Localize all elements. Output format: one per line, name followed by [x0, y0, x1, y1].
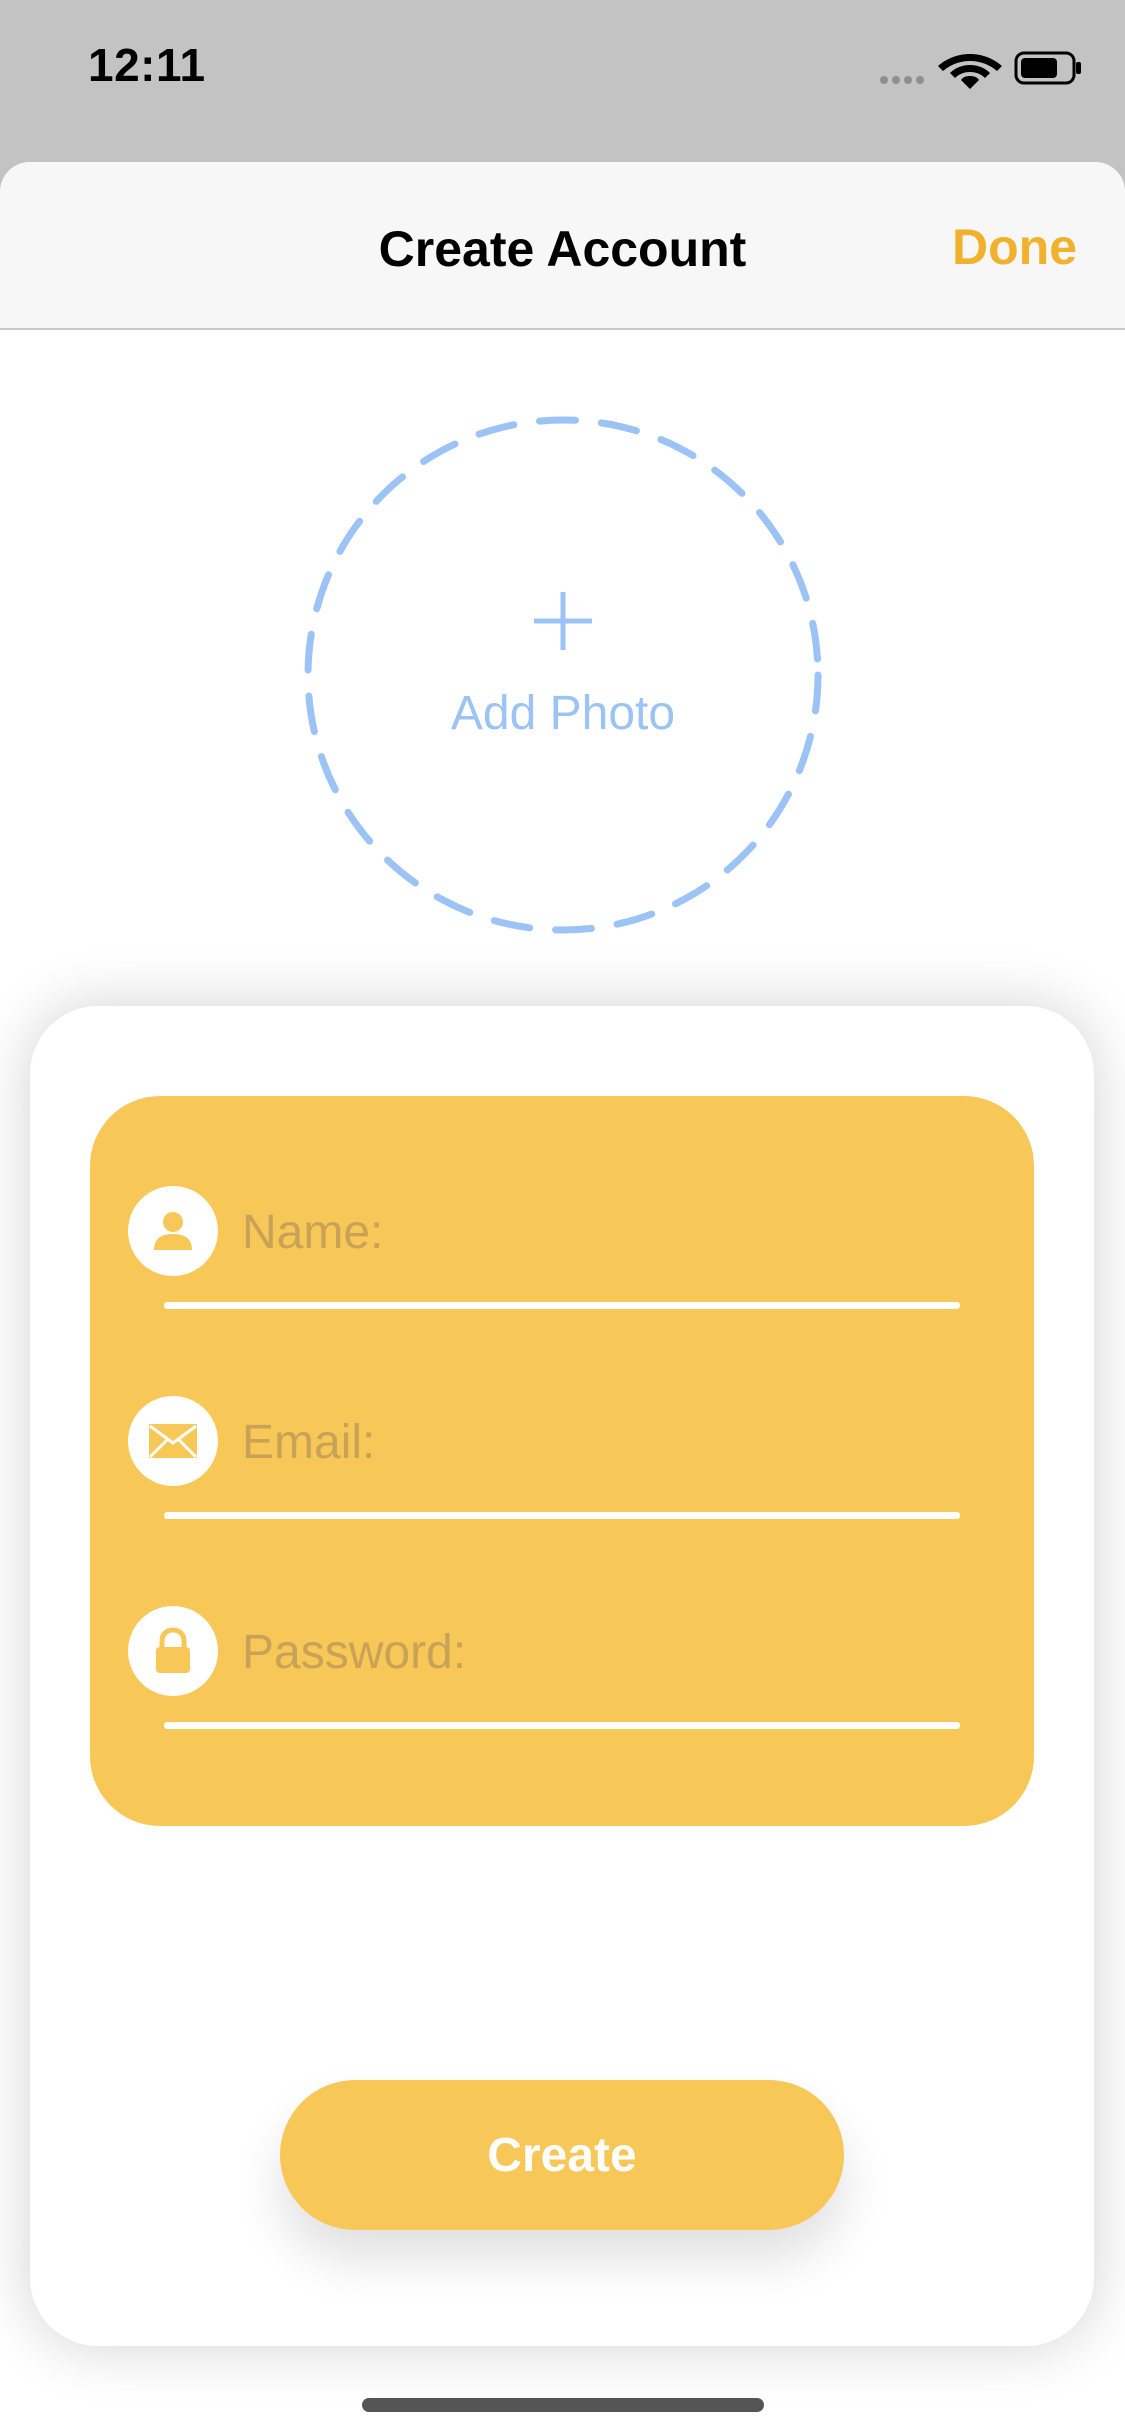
create-button[interactable]: Create [280, 2080, 844, 2230]
email-field-underline [164, 1512, 960, 1519]
name-field[interactable] [242, 1200, 942, 1264]
form-card: Create [30, 1006, 1094, 2346]
done-button[interactable]: Done [952, 218, 1077, 276]
email-field[interactable] [242, 1410, 942, 1474]
navbar: Create Account Done [0, 162, 1125, 330]
add-photo-button[interactable] [302, 414, 824, 936]
password-field[interactable] [242, 1620, 942, 1684]
password-field-underline [164, 1722, 960, 1729]
battery-icon [1014, 51, 1081, 85]
signal-icon [880, 76, 924, 84]
wifi-icon [938, 54, 1002, 89]
name-field-underline [164, 1302, 960, 1309]
lock-icon [128, 1606, 218, 1696]
envelope-icon [128, 1396, 218, 1486]
status-time: 12:11 [88, 39, 206, 91]
status-icons [880, 51, 1081, 89]
plus-icon [534, 592, 592, 650]
create-account-sheet: Create Account Done Add Photo Name: Emai… [0, 162, 1125, 2436]
person-icon [128, 1186, 218, 1276]
form-panel [90, 1096, 1034, 1826]
add-photo-label: Add Photo [450, 687, 676, 740]
home-indicator [362, 2398, 764, 2412]
